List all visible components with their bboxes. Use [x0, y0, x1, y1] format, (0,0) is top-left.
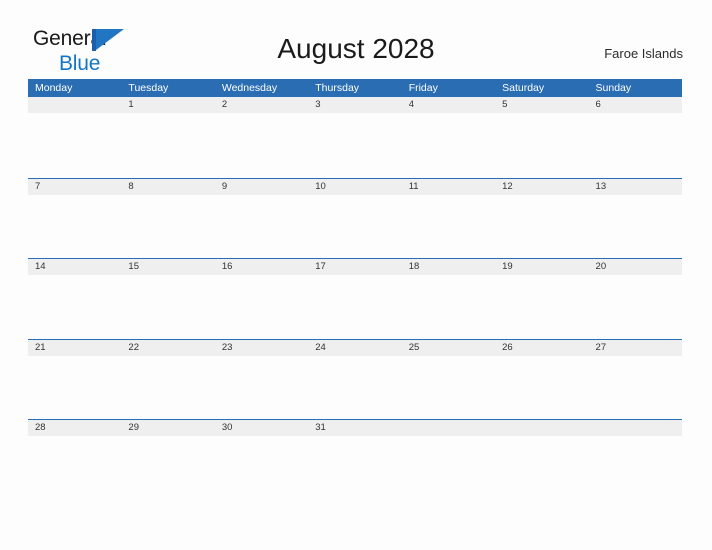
day-cell-22[interactable]	[121, 356, 214, 420]
day-number-4[interactable]: 4	[402, 97, 495, 113]
weekday-header-saturday: Saturday	[502, 82, 545, 94]
day-content-band	[28, 436, 682, 500]
day-number-band: 21 22 23 24 25 26 27	[28, 338, 682, 356]
day-cell-11[interactable]	[402, 195, 495, 259]
day-cell-empty	[28, 113, 121, 177]
day-cell-3[interactable]	[308, 113, 401, 177]
day-number-25[interactable]: 25	[402, 340, 495, 356]
day-number-24[interactable]: 24	[308, 340, 401, 356]
weekday-header-friday: Friday	[408, 82, 438, 94]
day-number-30[interactable]: 30	[215, 420, 308, 436]
calendar-grid: Monday Tuesday Wednesday Thursday Friday Satu…	[28, 79, 682, 500]
day-content-band	[28, 275, 682, 339]
calendar-week-row: 7 8 9 10 11 12 13	[28, 177, 682, 259]
day-number-empty	[495, 420, 588, 436]
day-cell-15[interactable]	[121, 275, 214, 339]
day-cell-9[interactable]	[215, 195, 308, 259]
day-cell-27[interactable]	[589, 356, 682, 420]
day-cell-5[interactable]	[495, 113, 588, 177]
day-cell-31[interactable]	[308, 436, 401, 500]
day-number-5[interactable]: 5	[495, 97, 588, 113]
day-number-3[interactable]: 3	[308, 97, 401, 113]
day-cell-8[interactable]	[121, 195, 214, 259]
day-number-band: 28 29 30 31	[28, 419, 682, 437]
day-cell-4[interactable]	[402, 113, 495, 177]
day-cell-14[interactable]	[28, 275, 121, 339]
day-cell-20[interactable]	[589, 275, 682, 339]
day-number-16[interactable]: 16	[215, 259, 308, 275]
weekday-header-tuesday: Tuesday	[128, 82, 169, 94]
day-cell-21[interactable]	[28, 356, 121, 420]
day-number-21[interactable]: 21	[28, 340, 121, 356]
day-number-11[interactable]: 11	[402, 179, 495, 195]
weekday-header-thursday: Thursday	[315, 82, 360, 94]
day-number-2[interactable]: 2	[215, 97, 308, 113]
day-number-7[interactable]: 7	[28, 179, 121, 195]
day-number-28[interactable]: 28	[28, 420, 121, 436]
calendar-week-row: 123456	[28, 97, 682, 178]
day-cell-empty	[402, 436, 495, 500]
page-header: General Blue August 2028 Faroe Islands	[0, 0, 712, 79]
day-number-10[interactable]: 10	[308, 179, 401, 195]
day-cell-13[interactable]	[589, 195, 682, 259]
day-number-1[interactable]: 1	[121, 97, 214, 113]
weekday-header-sunday: Sunday	[595, 82, 632, 94]
day-number-8[interactable]: 8	[121, 179, 214, 195]
day-number-band: 14 15 16 17 18 19 20	[28, 258, 682, 276]
day-number-13[interactable]: 13	[589, 179, 682, 195]
region-label: Faroe Islands	[604, 46, 683, 61]
day-content-band	[28, 113, 682, 177]
day-number-empty	[28, 97, 121, 113]
weekday-header-monday: Monday	[35, 82, 73, 94]
day-content-band	[28, 356, 682, 420]
day-number-band: 123456	[28, 97, 682, 113]
calendar-week-row: 14 15 16 17 18 19 20	[28, 258, 682, 339]
day-number-14[interactable]: 14	[28, 259, 121, 275]
day-cell-26[interactable]	[495, 356, 588, 420]
day-number-27[interactable]: 27	[589, 340, 682, 356]
day-number-17[interactable]: 17	[308, 259, 401, 275]
day-cell-30[interactable]	[215, 436, 308, 500]
calendar-week-row: 21 22 23 24 25 26 27	[28, 338, 682, 420]
day-number-empty	[402, 420, 495, 436]
weekday-header-row: Monday Tuesday Wednesday Thursday Friday Satu…	[28, 79, 682, 97]
day-cell-19[interactable]	[495, 275, 588, 339]
calendar-weeks: 1 2 3 4 5 6 7 8 9 10 11 12 13 14 15 16 17 18 19 20 21 22 23 24 2…	[28, 97, 682, 500]
day-number-29[interactable]: 29	[121, 420, 214, 436]
day-number-23[interactable]: 23	[215, 340, 308, 356]
day-cell-6[interactable]	[589, 113, 682, 177]
day-number-15[interactable]: 15	[121, 259, 214, 275]
day-cell-10[interactable]	[308, 195, 401, 259]
day-cell-7[interactable]	[28, 195, 121, 259]
day-number-6[interactable]: 6	[589, 97, 682, 113]
day-cell-2[interactable]	[215, 113, 308, 177]
day-cell-23[interactable]	[215, 356, 308, 420]
day-number-band: 7 8 9 10 11 12 13	[28, 177, 682, 195]
day-cell-empty	[495, 436, 588, 500]
calendar-week-row: 28 29 30 31	[28, 419, 682, 500]
day-cell-29[interactable]	[121, 436, 214, 500]
day-number-26[interactable]: 26	[495, 340, 588, 356]
day-cell-empty	[589, 436, 682, 500]
day-number-12[interactable]: 12	[495, 179, 588, 195]
day-content-band	[28, 195, 682, 259]
day-cell-25[interactable]	[402, 356, 495, 420]
day-cell-1[interactable]	[121, 113, 214, 177]
day-cell-28[interactable]	[28, 436, 121, 500]
day-cell-16[interactable]	[215, 275, 308, 339]
day-number-empty	[589, 420, 682, 436]
day-cell-24[interactable]	[308, 356, 401, 420]
day-number-20[interactable]: 20	[589, 259, 682, 275]
day-number-31[interactable]: 31	[308, 420, 401, 436]
day-cell-12[interactable]	[495, 195, 588, 259]
day-number-22[interactable]: 22	[121, 340, 214, 356]
day-cell-18[interactable]	[402, 275, 495, 339]
day-cell-17[interactable]	[308, 275, 401, 339]
day-number-9[interactable]: 9	[215, 179, 308, 195]
day-number-19[interactable]: 19	[495, 259, 588, 275]
weekday-header-wednesday: Wednesday	[221, 82, 278, 94]
day-number-18[interactable]: 18	[402, 259, 495, 275]
